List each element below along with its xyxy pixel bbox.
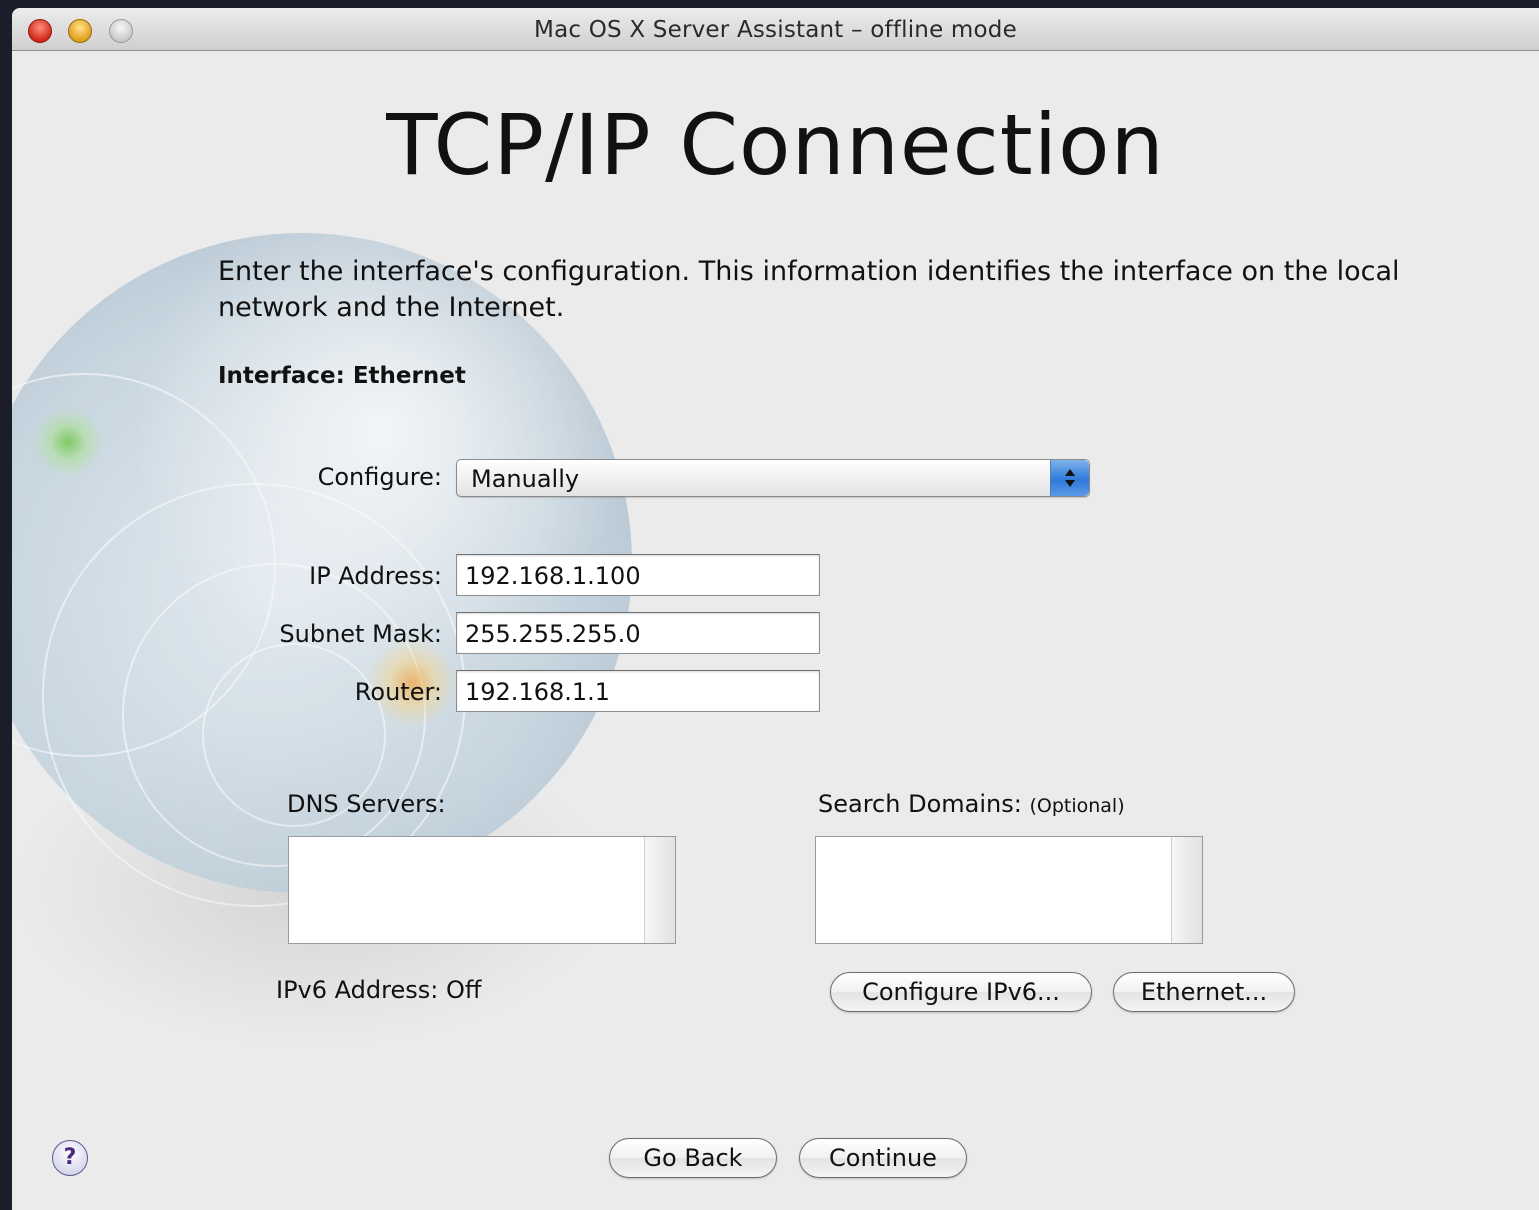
arrow-down-icon bbox=[1065, 480, 1075, 487]
title-bar[interactable]: Mac OS X Server Assistant – offline mode bbox=[12, 8, 1539, 51]
ethernet-button[interactable]: Ethernet... bbox=[1113, 972, 1295, 1012]
page-title: TCP/IP Connection bbox=[386, 96, 1165, 194]
ipv6-row: IPv6 Address: Off bbox=[276, 976, 481, 1004]
window-title: Mac OS X Server Assistant – offline mode bbox=[534, 17, 1017, 43]
continue-button[interactable]: Continue bbox=[799, 1138, 967, 1178]
search-domains-list[interactable] bbox=[815, 836, 1203, 944]
configure-label: Configure: bbox=[317, 463, 442, 491]
subnet-mask-field[interactable]: 255.255.255.0 bbox=[456, 612, 820, 654]
page-description: Enter the interface's configuration. Thi… bbox=[218, 256, 1400, 323]
go-back-button[interactable]: Go Back bbox=[609, 1138, 777, 1178]
configure-value: Manually bbox=[471, 465, 580, 493]
subnet-mask-label: Subnet Mask: bbox=[279, 620, 442, 648]
ipv6-address-value: Off bbox=[445, 976, 482, 1004]
configure-ipv6-button[interactable]: Configure IPv6... bbox=[830, 972, 1092, 1012]
router-label: Router: bbox=[354, 678, 442, 706]
dns-servers-list[interactable] bbox=[288, 836, 676, 944]
search-domains-scrollbar[interactable] bbox=[1171, 837, 1202, 943]
ipv6-address-label: IPv6 Address: bbox=[276, 976, 439, 1004]
search-domains-label-text: Search Domains: bbox=[818, 790, 1022, 818]
optional-note: (Optional) bbox=[1029, 795, 1125, 817]
ip-address-field[interactable]: 192.168.1.100 bbox=[456, 554, 820, 596]
dns-servers-label: DNS Servers: bbox=[287, 790, 446, 818]
ip-address-label: IP Address: bbox=[309, 562, 442, 590]
help-icon[interactable]: ? bbox=[52, 1140, 88, 1176]
router-field[interactable]: 192.168.1.1 bbox=[456, 670, 820, 712]
interface-label: Interface: Ethernet bbox=[218, 363, 466, 389]
popup-arrows-icon[interactable] bbox=[1050, 460, 1089, 496]
configure-popup[interactable]: Manually bbox=[456, 459, 1090, 497]
arrow-up-icon bbox=[1065, 469, 1075, 476]
search-domains-label: Search Domains: (Optional) bbox=[818, 790, 1125, 818]
green-glow-icon bbox=[32, 406, 104, 478]
dns-servers-scrollbar[interactable] bbox=[644, 837, 675, 943]
assistant-window: Mac OS X Server Assistant – offline mode… bbox=[12, 8, 1539, 1210]
